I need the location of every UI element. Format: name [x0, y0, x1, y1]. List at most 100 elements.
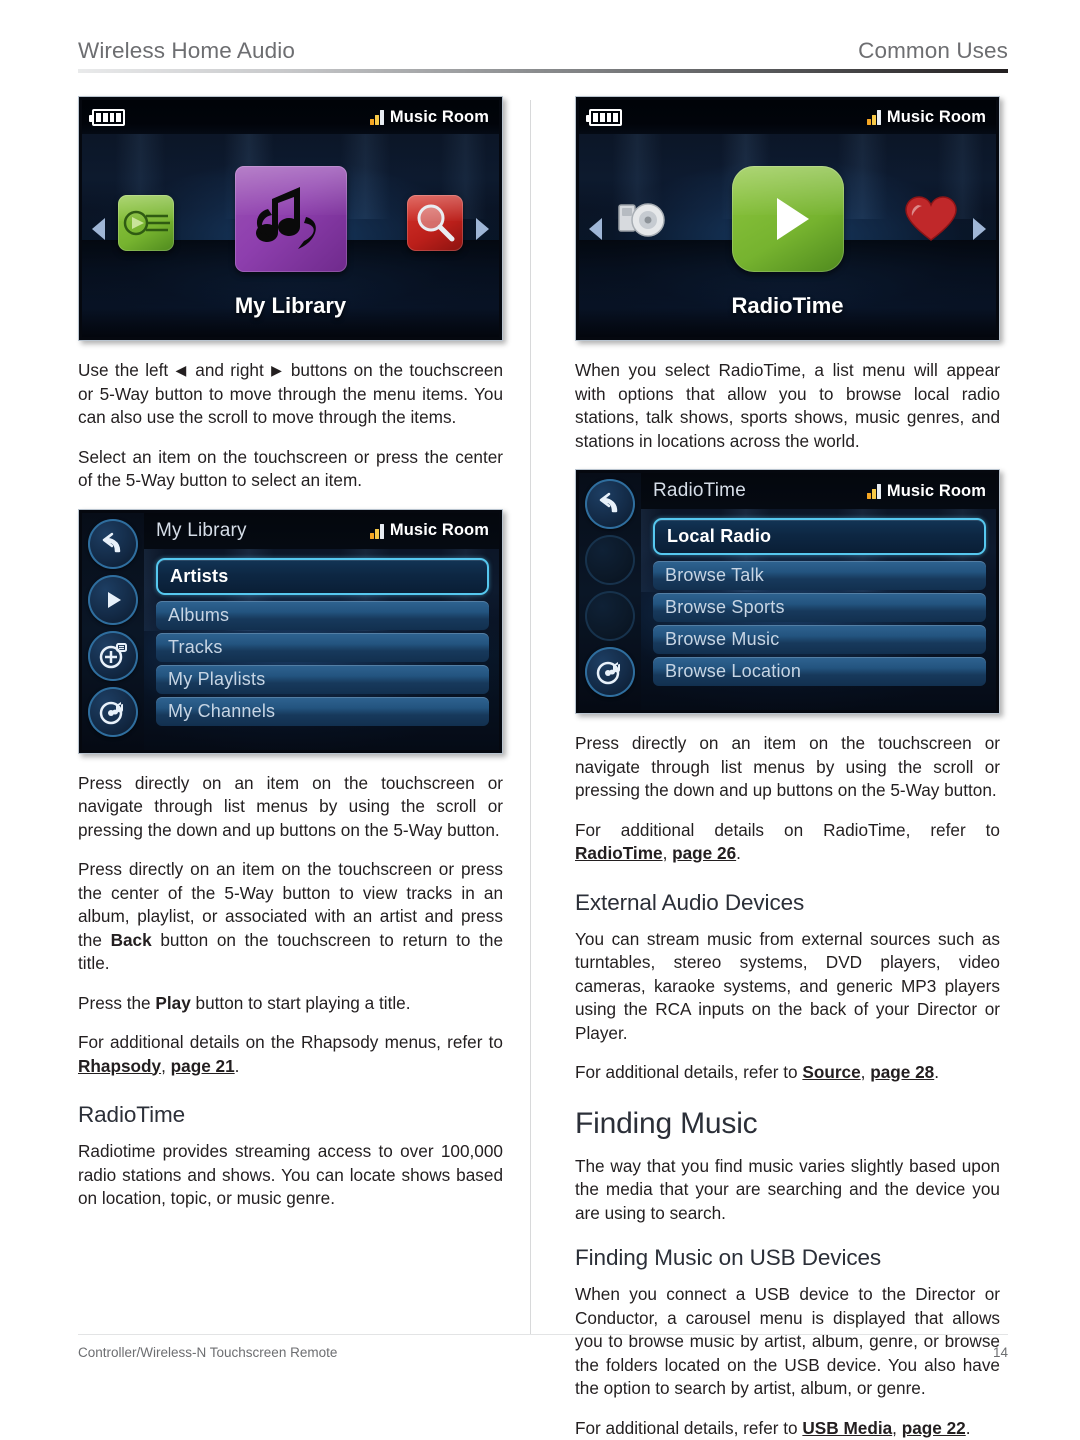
cross-reference-page[interactable]: page 21 [171, 1056, 235, 1076]
room-label: Music Room [887, 108, 986, 127]
device-list: Local Radio Browse Talk Browse Sports Br… [641, 509, 996, 710]
list-item[interactable]: Artists [156, 558, 489, 595]
back-arrow-icon[interactable] [88, 519, 138, 569]
playlist-icon[interactable] [118, 195, 174, 251]
header-rule [78, 69, 1008, 73]
cross-reference-page[interactable]: page 28 [870, 1062, 934, 1082]
signal-bars-icon [867, 109, 881, 125]
paragraph-view-tracks: Press directly on an item on the touchsc… [78, 858, 503, 976]
paragraph-source-reference: For additional details, refer to Source,… [575, 1061, 1000, 1085]
add-to-playlist-icon[interactable] [88, 631, 138, 681]
now-playing-turntable-icon[interactable] [585, 647, 635, 697]
heading-radiotime: RadioTime [78, 1102, 503, 1128]
carousel-selected-label: My Library [82, 293, 499, 319]
battery-icon [589, 109, 622, 126]
disabled-button-icon [585, 591, 635, 641]
list-item[interactable]: Tracks [156, 633, 489, 662]
paragraph-press-navigate: Press directly on an item on the touchsc… [78, 772, 503, 843]
arrow-right-icon: ▶ [270, 362, 284, 378]
device-screenshot-my-library-list: My Library Music Room Artists Albums Tra… [78, 509, 503, 754]
header-section-title: Common Uses [858, 38, 1008, 64]
arrow-right-icon[interactable] [973, 218, 986, 240]
text-fragment: button to start playing a title. [191, 993, 411, 1013]
now-playing-turntable-icon[interactable] [88, 687, 138, 737]
header-book-title: Wireless Home Audio [78, 38, 295, 64]
device-title: My Library [156, 520, 247, 542]
text-fragment: For additional details on the Rhapsody m… [78, 1032, 503, 1052]
cross-reference-link[interactable]: Rhapsody [78, 1056, 161, 1076]
device-screenshot-radiotime-list: RadioTime Music Room Local Radio Browse … [575, 469, 1000, 714]
text-fragment: Press the [78, 993, 155, 1013]
cross-reference-link[interactable]: RadioTime [575, 843, 663, 863]
page-footer: Controller/Wireless-N Touchscreen Remote… [78, 1345, 1008, 1360]
cd-disc-icon[interactable] [615, 195, 671, 251]
list-item[interactable]: Local Radio [653, 518, 986, 555]
device-screenshot-my-library-carousel: Music Room [78, 96, 503, 341]
battery-icon [92, 109, 125, 126]
disabled-button-icon [585, 535, 635, 585]
paragraph-radiotime-intro: Radiotime provides streaming access to o… [78, 1140, 503, 1211]
room-label: Music Room [390, 521, 489, 540]
list-item[interactable]: My Playlists [156, 665, 489, 694]
play-button-reference: Play [155, 993, 190, 1013]
back-arrow-icon[interactable] [585, 479, 635, 529]
text-fragment: and right [189, 360, 270, 380]
room-label: Music Room [390, 108, 489, 127]
device-title-bar: RadioTime Music Room [641, 473, 996, 509]
arrow-right-icon[interactable] [476, 218, 489, 240]
list-item[interactable]: Albums [156, 601, 489, 630]
paragraph-navigation: Use the left ◀ and right ▶ buttons on th… [78, 359, 503, 430]
heading-finding-music-usb: Finding Music on USB Devices [575, 1245, 1000, 1271]
page-header: Wireless Home Audio Common Uses [78, 38, 1008, 73]
search-magnifier-icon[interactable] [407, 195, 463, 251]
paragraph-usb-reference: For additional details, refer to USB Med… [575, 1417, 1000, 1440]
right-column: Music Room [575, 96, 1000, 1440]
text-fragment: Use the left [78, 360, 175, 380]
arrow-left-icon: ◀ [175, 362, 189, 378]
signal-bars-icon [370, 523, 384, 539]
column-divider [530, 100, 531, 1335]
signal-bars-icon [867, 483, 881, 499]
paragraph-radiotime-select: When you select RadioTime, a list menu w… [575, 359, 1000, 453]
paragraph-press-navigate-right: Press directly on an item on the touchsc… [575, 732, 1000, 803]
device-list: Artists Albums Tracks My Playlists My Ch… [144, 549, 499, 750]
footer-product-name: Controller/Wireless-N Touchscreen Remote [78, 1345, 337, 1360]
manual-page: Wireless Home Audio Common Uses Music Ro… [0, 0, 1080, 1397]
paragraph-external-sources: You can stream music from external sourc… [575, 928, 1000, 1046]
paragraph-press-play: Press the Play button to start playing a… [78, 992, 503, 1016]
text-fragment: For additional details on RadioTime, ref… [575, 820, 1000, 840]
footer-rule [78, 1334, 1008, 1335]
paragraph-rhapsody-reference: For additional details on the Rhapsody m… [78, 1031, 503, 1078]
play-icon[interactable] [88, 575, 138, 625]
list-item[interactable]: Browse Sports [653, 593, 986, 622]
paragraph-finding-music-intro: The way that you find music varies sligh… [575, 1155, 1000, 1226]
device-sidebar [82, 513, 144, 750]
favorites-heart-icon[interactable] [904, 195, 960, 251]
my-library-music-note-icon[interactable] [235, 166, 347, 272]
arrow-left-icon[interactable] [92, 218, 105, 240]
cross-reference-link[interactable]: Source [802, 1062, 860, 1082]
signal-bars-icon [370, 109, 384, 125]
cross-reference-page[interactable]: page 26 [672, 843, 736, 863]
left-column: Music Room [78, 96, 503, 1211]
list-item[interactable]: Browse Music [653, 625, 986, 654]
paragraph-usb-carousel: When you connect a USB device to the Dir… [575, 1283, 1000, 1401]
list-item[interactable]: Browse Location [653, 657, 986, 686]
list-item[interactable]: Browse Talk [653, 561, 986, 590]
text-fragment: . [966, 1418, 971, 1438]
list-item[interactable]: My Channels [156, 697, 489, 726]
arrow-left-icon[interactable] [589, 218, 602, 240]
text-fragment: . [235, 1056, 240, 1076]
device-title: RadioTime [653, 480, 746, 502]
radiotime-play-icon[interactable] [732, 166, 844, 272]
text-fragment: For additional details, refer to [575, 1062, 802, 1082]
text-fragment: , [892, 1418, 902, 1438]
device-screenshot-radiotime-carousel: Music Room [575, 96, 1000, 341]
text-fragment: , [861, 1062, 871, 1082]
heading-external-audio-devices: External Audio Devices [575, 890, 1000, 916]
text-fragment: . [934, 1062, 939, 1082]
cross-reference-link[interactable]: USB Media [802, 1418, 892, 1438]
status-bar: Music Room [579, 100, 996, 134]
cross-reference-page[interactable]: page 22 [902, 1418, 966, 1438]
heading-finding-music: Finding Music [575, 1107, 1000, 1141]
